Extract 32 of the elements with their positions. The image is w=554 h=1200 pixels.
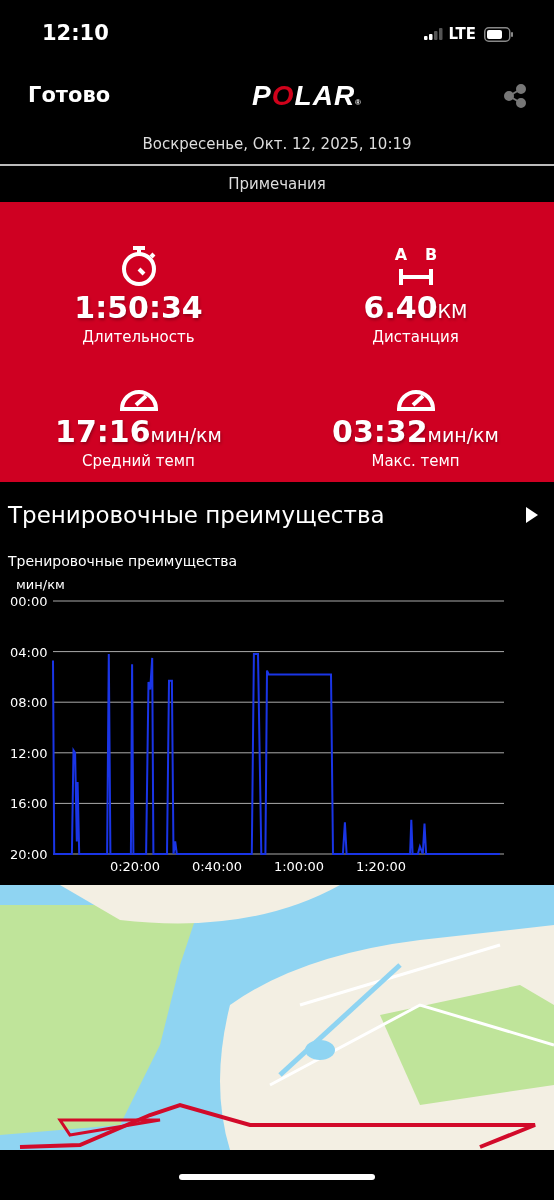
network-label: LTE bbox=[448, 23, 476, 45]
stat-label: Длительность bbox=[82, 326, 195, 348]
stat-value: 17:16мин/км bbox=[55, 415, 222, 450]
stat-value: 1:50:34 bbox=[74, 291, 203, 326]
workout-date: Воскресенье, Окт. 12, 2025, 10:19 bbox=[142, 135, 412, 153]
stat-label: Средний темп bbox=[82, 450, 195, 472]
x-tick-label: 1:20:00 bbox=[355, 858, 407, 873]
y-tick-label: 16:00 bbox=[10, 795, 48, 811]
y-tick-label: 08:00 bbox=[10, 694, 48, 710]
stat-label: Макс. темп bbox=[371, 450, 460, 472]
play-icon[interactable] bbox=[526, 507, 538, 524]
status-time: 12:10 bbox=[42, 20, 109, 48]
stat-value: 6.40КМ bbox=[363, 291, 468, 326]
y-tick-label: 12:00 bbox=[10, 745, 48, 761]
x-tick-label: 0:40:00 bbox=[191, 858, 243, 873]
y-tick-label: 00:00 bbox=[10, 593, 48, 609]
x-tick-label: 0:20:00 bbox=[109, 858, 161, 873]
stat-value: 03:32 мин/км bbox=[332, 415, 499, 450]
y-tick-label: 04:00 bbox=[10, 644, 48, 660]
chart-title: Тренировочные преимущества bbox=[8, 552, 238, 569]
axis-unit: мин/км bbox=[16, 576, 65, 592]
home-indicator[interactable] bbox=[179, 1173, 375, 1180]
stopwatch-icon bbox=[119, 245, 158, 287]
share-icon[interactable] bbox=[504, 84, 526, 108]
stat-label: Дистанция bbox=[372, 326, 459, 348]
battery-icon bbox=[484, 26, 514, 42]
brand-logo: POLAR® bbox=[252, 79, 362, 113]
done-button[interactable]: Готово bbox=[28, 80, 111, 112]
x-tick-label: 1:00:00 bbox=[273, 858, 325, 873]
section-title: Тренировочные преимущества bbox=[8, 501, 385, 530]
y-tick-label: 20:00 bbox=[10, 846, 48, 862]
signal-icon bbox=[424, 28, 445, 40]
